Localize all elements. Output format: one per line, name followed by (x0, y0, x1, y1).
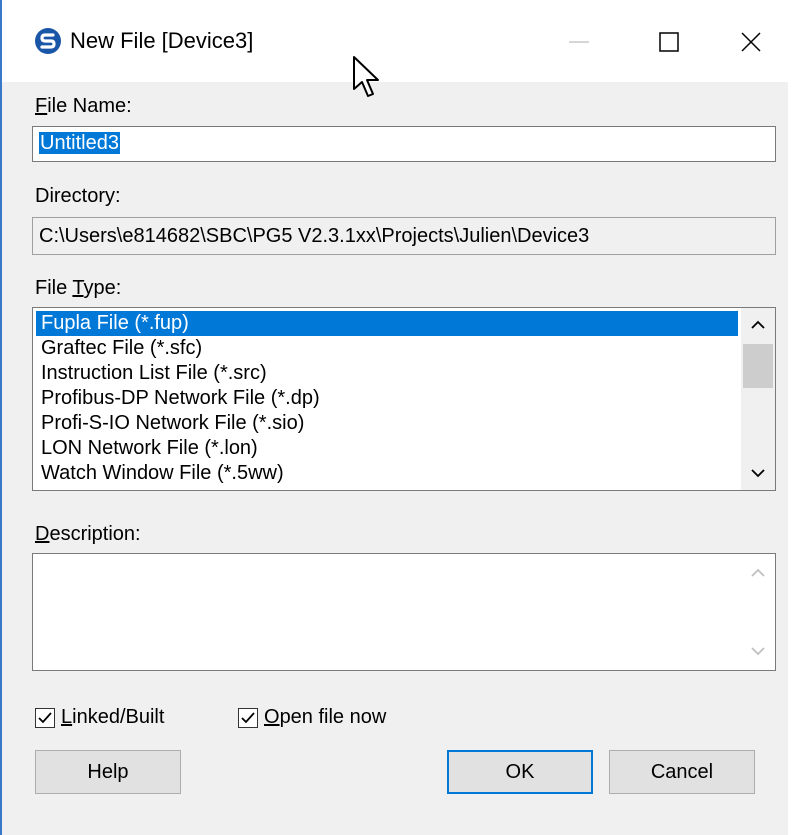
chevron-down-icon (751, 469, 765, 478)
filetype-item[interactable]: Graftec File (*.sfc) (36, 336, 738, 361)
filetype-item[interactable]: Profibus-DP Network File (*.dp) (36, 386, 738, 411)
filetype-listbox[interactable]: Fupla File (*.fup) Graftec File (*.sfc) … (32, 307, 776, 491)
scroll-thumb[interactable] (743, 344, 773, 388)
window-title: New File [Device3] (70, 28, 254, 53)
scroll-down-button[interactable] (741, 636, 775, 666)
description-textarea[interactable] (32, 553, 776, 671)
window-right-edge (788, 0, 792, 835)
directory-field: C:\Users\e814682\SBC\PG5 V2.3.1xx\Projec… (32, 217, 776, 255)
close-button[interactable] (714, 14, 788, 70)
description-label: Description: (35, 523, 141, 545)
checkbox-box[interactable] (35, 707, 55, 728)
open-file-now-checkbox[interactable]: Open file now (238, 706, 386, 729)
filetype-item[interactable]: Profi-S-IO Network File (*.sio) (36, 411, 738, 436)
description-scrollbar[interactable] (741, 554, 775, 670)
window-left-border (0, 0, 2, 835)
linked-built-label: Linked/Built (61, 706, 165, 728)
directory-label: Directory: (35, 185, 121, 207)
checkmark-icon (241, 711, 255, 723)
open-file-now-label: Open file now (264, 706, 387, 728)
minimize-icon (569, 41, 589, 43)
filetype-item[interactable]: Watch Window File (*.5ww) (36, 461, 738, 486)
scroll-down-button[interactable] (741, 458, 775, 488)
filetype-label: File Type: (35, 277, 122, 299)
filename-value: Untitled3 (39, 132, 120, 154)
mouse-cursor-icon (353, 56, 379, 97)
scroll-up-button[interactable] (741, 310, 775, 340)
checkmark-icon (38, 711, 52, 723)
chevron-down-icon (751, 647, 765, 656)
new-file-dialog: New File [Device3] File Name: Untitled3 … (0, 0, 792, 835)
maximize-button[interactable] (624, 14, 714, 70)
maximize-icon (659, 32, 679, 52)
filename-input[interactable]: Untitled3 (32, 126, 776, 162)
chevron-up-icon (751, 320, 765, 329)
linked-built-checkbox[interactable]: Linked/Built (35, 706, 164, 729)
ok-button[interactable]: OK (447, 750, 593, 794)
filename-label: File Name: (35, 95, 132, 117)
filetype-item[interactable]: Instruction List File (*.src) (36, 361, 738, 386)
help-button[interactable]: Help (35, 750, 181, 794)
sbc-pg5-logo-icon (35, 28, 61, 54)
filetype-scrollbar[interactable] (741, 308, 775, 490)
chevron-up-icon (751, 568, 765, 577)
minimize-button[interactable] (534, 14, 624, 70)
checkbox-box[interactable] (238, 707, 258, 728)
close-icon (741, 32, 761, 52)
filetype-item[interactable]: Fupla File (*.fup) (36, 311, 738, 336)
cancel-button[interactable]: Cancel (609, 750, 755, 794)
title-bar[interactable]: New File [Device3] (2, 0, 788, 97)
filetype-item[interactable]: LON Network File (*.lon) (36, 436, 738, 461)
scroll-up-button[interactable] (741, 558, 775, 588)
